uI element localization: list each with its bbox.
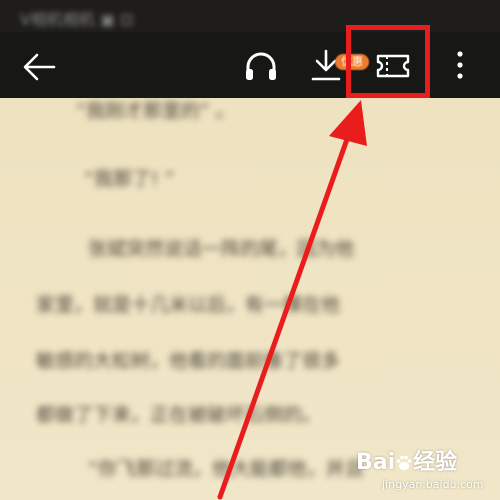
- watermark-logo: Bai 经验: [356, 450, 458, 475]
- text-line: 家里，就是十几米以后，有一棵在他: [36, 294, 341, 316]
- watermark-url: jingyan.baidu.com: [382, 478, 484, 491]
- paw-icon: [396, 455, 412, 471]
- more-vertical-icon[interactable]: [452, 48, 468, 82]
- text-line: “我那了! ”: [84, 168, 175, 190]
- headphones-icon[interactable]: [244, 50, 278, 82]
- status-bar-text: V相机相机 ▣ ⊡: [20, 10, 134, 29]
- baidu-watermark: Bai 经验 jingyan.baidu.com: [350, 450, 500, 500]
- text-line: 张斌突然说话一阵的尾，因为他: [88, 238, 355, 260]
- text-line: 都做了下来，正在被破坏石倒的。: [36, 404, 322, 426]
- arrow-left-icon[interactable]: [22, 52, 56, 82]
- highlight-box: [346, 25, 430, 98]
- reading-content: “我刚才那里的” 。 “我那了! ” 张斌突然说话一阵的尾，因为他 家里，就是十…: [0, 98, 500, 500]
- text-line: “你飞那过流，他大能都他，并且: [88, 458, 364, 480]
- text-line: “我刚才那里的” 。: [76, 100, 235, 122]
- text-line: 敏感的大松树，他看的面前像了很多: [36, 350, 341, 372]
